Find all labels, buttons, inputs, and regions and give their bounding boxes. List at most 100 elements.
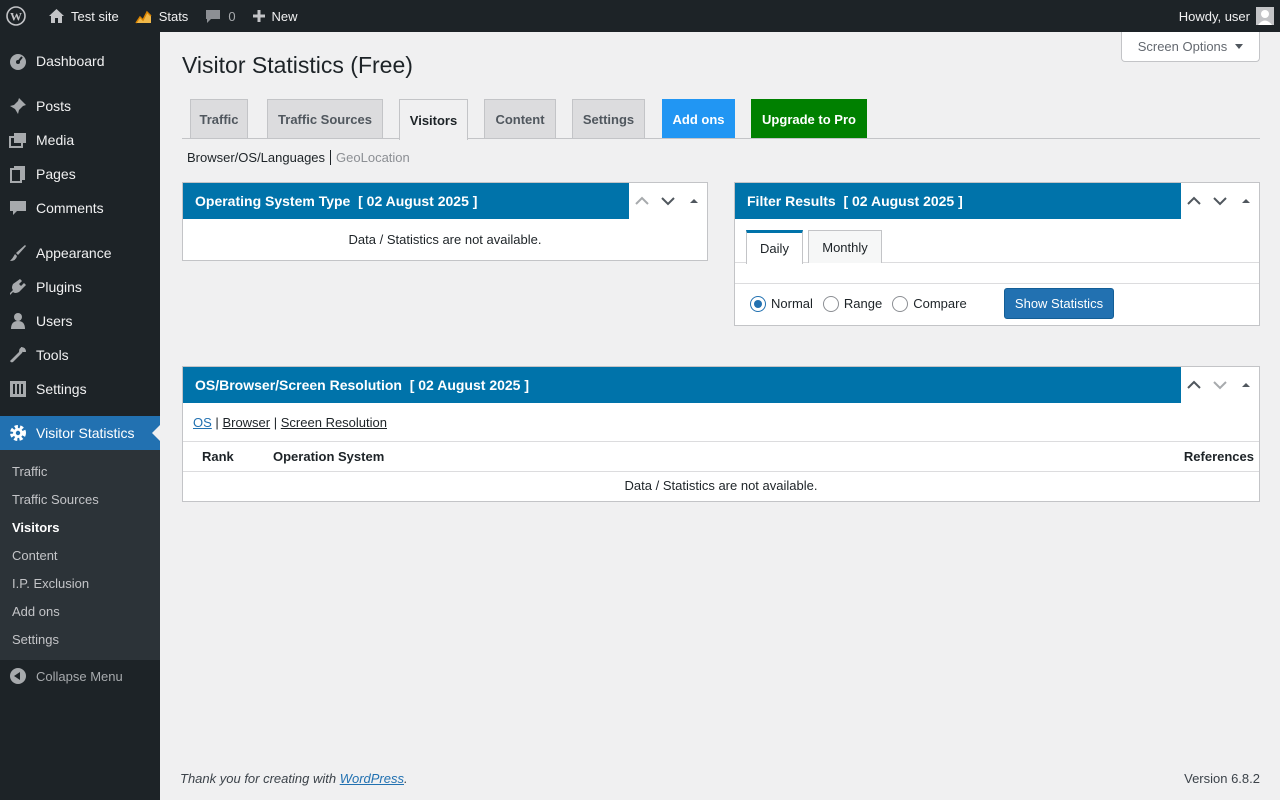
screen-options-label: Screen Options [1137,39,1228,54]
sidebar-item-posts[interactable]: Posts [0,89,160,123]
table-header-row: Rank Operation System References [183,442,1259,472]
footer-wordpress-link[interactable]: WordPress [340,771,404,786]
column-references[interactable]: References [1179,442,1259,472]
page-title: Visitor Statistics (Free) [182,52,413,78]
radio-range[interactable]: Range [822,295,883,312]
move-down-icon[interactable] [1207,183,1233,219]
collapse-menu-button[interactable]: Collapse Menu [0,660,160,692]
filter-tabs: Daily Monthly [735,219,1259,264]
os-type-box-title: Operating System Type [ 02 August 2025 ] [195,193,478,209]
wrench-icon [9,346,27,364]
sidebar-item-label: Appearance [36,245,112,261]
submenu-item-settings[interactable]: Settings [0,625,160,653]
new-content-link[interactable]: New [244,0,306,32]
box-controls [1181,367,1259,403]
sidebar-item-comments[interactable]: Comments [0,191,160,225]
sidebar-item-pages[interactable]: Pages [0,157,160,191]
os-browser-resolution-box-header: OS/Browser/Screen Resolution [ 02 August… [183,367,1259,403]
sidebar-item-media[interactable]: Media [0,123,160,157]
brush-icon [9,244,27,262]
link-separator: | [215,415,219,430]
admin-sidebar: Dashboard Posts Media Pages Comments App… [0,32,160,800]
sidebar-item-tools[interactable]: Tools [0,338,160,372]
radio-compare[interactable]: Compare [892,295,967,312]
radio-normal-button[interactable] [750,295,766,312]
link-os[interactable]: OS [193,415,212,430]
comment-icon [9,199,27,217]
stats-table: Rank Operation System References Data / … [183,442,1259,499]
submenu-item-visitors[interactable]: Visitors [0,513,160,541]
toggle-panel-icon[interactable] [1233,183,1259,219]
subnav-geolocation[interactable]: GeoLocation [331,150,410,165]
toggle-panel-icon[interactable] [1233,367,1259,403]
nav-tabs: Traffic Traffic Sources Visitors Content… [182,99,1260,140]
sidebar-item-settings[interactable]: Settings [0,372,160,406]
submenu-item-traffic-sources[interactable]: Traffic Sources [0,485,160,513]
radio-range-button[interactable] [822,295,839,312]
column-operation-system[interactable]: Operation System [273,442,1179,472]
move-up-icon[interactable] [1181,367,1207,403]
column-rank[interactable]: Rank [183,442,273,472]
admin-bar: W Test site Stats 0 New Howdy, user [0,0,1280,32]
filter-results-box: Filter Results [ 02 August 2025 ] Daily … [734,182,1260,326]
move-down-icon[interactable] [655,183,681,219]
report-type-links: OS | Browser | Screen Resolution [183,403,1259,442]
move-up-icon[interactable] [1181,183,1207,219]
tab-traffic[interactable]: Traffic [190,99,248,138]
tab-traffic-sources[interactable]: Traffic Sources [267,99,383,138]
user-icon [9,312,27,330]
show-statistics-button[interactable]: Show Statistics [1004,288,1114,319]
settings-icon [9,380,27,398]
submenu-item-content[interactable]: Content [0,541,160,569]
sidebar-item-label: Posts [36,98,72,114]
sidebar-item-label: Comments [36,200,104,216]
stats-label: Stats [158,8,189,24]
move-up-icon[interactable] [629,183,655,219]
radio-compare-label: Compare [913,296,967,311]
sidebar-item-visitor-statistics[interactable]: Visitor Statistics [0,416,160,450]
sidebar-item-label: Settings [36,381,87,397]
tab-settings[interactable]: Settings [572,99,645,138]
sidebar-item-label: Tools [36,347,69,363]
site-name-label: Test site [71,8,119,24]
box-controls [1181,183,1259,219]
plus-icon [252,10,265,22]
submenu-item-add-ons[interactable]: Add ons [0,597,160,625]
dashboard-icon [9,52,27,70]
tab-visitors[interactable]: Visitors [399,99,468,140]
toggle-panel-icon[interactable] [681,183,707,219]
main-content: Screen Options Visitor Statistics (Free)… [160,32,1280,800]
link-browser[interactable]: Browser [222,415,270,430]
link-screen-resolution[interactable]: Screen Resolution [281,415,387,430]
subnav-browser-os-languages[interactable]: Browser/OS/Languages [187,150,332,165]
submenu-item-ip-exclusion[interactable]: I.P. Exclusion [0,569,160,597]
radio-compare-button[interactable] [892,295,909,312]
radio-normal[interactable]: Normal [750,295,813,312]
submenu-item-traffic[interactable]: Traffic [0,457,160,485]
tab-content[interactable]: Content [484,99,556,138]
os-type-empty-message: Data / Statistics are not available. [348,232,542,247]
box-controls [629,183,707,219]
footer-period: . [404,771,408,786]
move-down-icon[interactable] [1207,367,1233,403]
tab-monthly[interactable]: Monthly [808,230,882,263]
sidebar-item-dashboard[interactable]: Dashboard [0,44,160,78]
svg-text:W: W [10,10,22,24]
user-account-menu[interactable]: Howdy, user [1179,7,1280,25]
screen-options-button[interactable]: Screen Options [1121,32,1260,62]
wordpress-logo-icon[interactable]: W [0,0,40,32]
site-name-link[interactable]: Test site [40,0,127,32]
comments-link[interactable]: 0 [196,0,243,32]
os-type-box: Operating System Type [ 02 August 2025 ]… [182,182,708,261]
sidebar-item-plugins[interactable]: Plugins [0,270,160,304]
media-icon [9,131,27,149]
avatar [1256,7,1274,25]
tab-daily[interactable]: Daily [746,230,803,264]
sidebar-item-label: Media [36,132,75,148]
tab-add-ons[interactable]: Add ons [662,99,735,138]
sidebar-item-users[interactable]: Users [0,304,160,338]
tab-upgrade-to-pro[interactable]: Upgrade to Pro [751,99,867,138]
radio-range-label: Range [843,296,883,311]
sidebar-item-appearance[interactable]: Appearance [0,236,160,270]
stats-link[interactable]: Stats [127,0,197,32]
